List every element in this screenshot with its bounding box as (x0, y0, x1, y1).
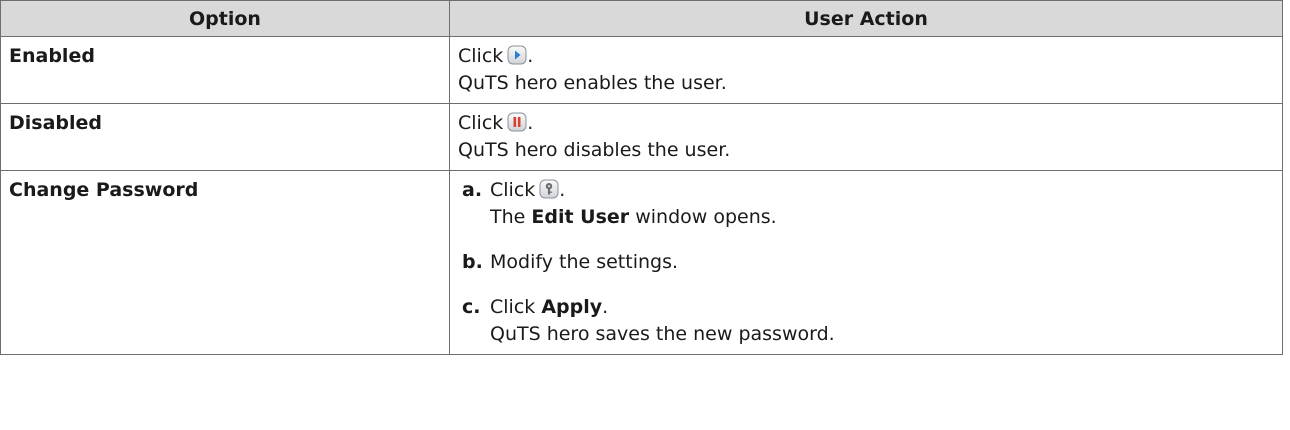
steps-list: a. Click. The Edit User window opens. b.… (458, 177, 1272, 348)
table-row: Enabled Click. QuTS hero enables the use… (0, 36, 1283, 104)
result-pre: The (490, 206, 526, 228)
play-icon[interactable] (507, 45, 527, 65)
table-row: Disabled Click. QuTS hero disables the u… (0, 103, 1283, 171)
option-enabled: Enabled (0, 36, 450, 104)
period: . (527, 112, 534, 134)
result-text: QuTS hero enables the user. (458, 72, 727, 94)
step-action: Click Apply. (490, 294, 1272, 321)
period: . (602, 296, 609, 318)
click-label: Click (490, 296, 536, 318)
step-c: c. Click Apply. QuTS hero saves the new … (462, 294, 1272, 348)
apply-label: Apply (541, 296, 603, 318)
header-row: Option User Action (0, 0, 1283, 37)
action-cell: Click. QuTS hero enables the user. (449, 36, 1283, 104)
click-label: Click (458, 112, 504, 134)
header-option: Option (0, 0, 450, 37)
result-post: window opens. (635, 206, 777, 228)
result-text: QuTS hero disables the user. (458, 139, 731, 161)
step-a: a. Click. The Edit User window opens. (462, 177, 1272, 231)
table-row: Change Password a. Click. The Edit User … (0, 170, 1283, 355)
click-label: Click (490, 179, 536, 201)
step-action: Click. (490, 177, 1272, 204)
key-icon[interactable] (539, 179, 559, 199)
edit-user-label: Edit User (531, 206, 630, 228)
step-b: b. Modify the settings. (462, 249, 1272, 276)
period: . (527, 45, 534, 67)
step-result: QuTS hero saves the new password. (490, 323, 835, 345)
period: . (559, 179, 566, 201)
action-line: Click. (458, 43, 1272, 70)
step-marker: a. (462, 179, 483, 201)
step-marker: c. (462, 296, 481, 318)
click-label: Click (458, 45, 504, 67)
action-cell: a. Click. The Edit User window opens. b.… (449, 170, 1283, 355)
option-change-password: Change Password (0, 170, 450, 355)
step-marker: b. (462, 251, 483, 273)
option-disabled: Disabled (0, 103, 450, 171)
action-line: Click. (458, 110, 1272, 137)
action-cell: Click. QuTS hero disables the user. (449, 103, 1283, 171)
step-text: Modify the settings. (490, 251, 679, 273)
header-user-action: User Action (449, 0, 1283, 37)
step-result: The Edit User window opens. (490, 204, 1272, 231)
options-table: Option User Action Enabled Click. QuTS h… (0, 0, 1283, 355)
pause-icon[interactable] (507, 112, 527, 132)
